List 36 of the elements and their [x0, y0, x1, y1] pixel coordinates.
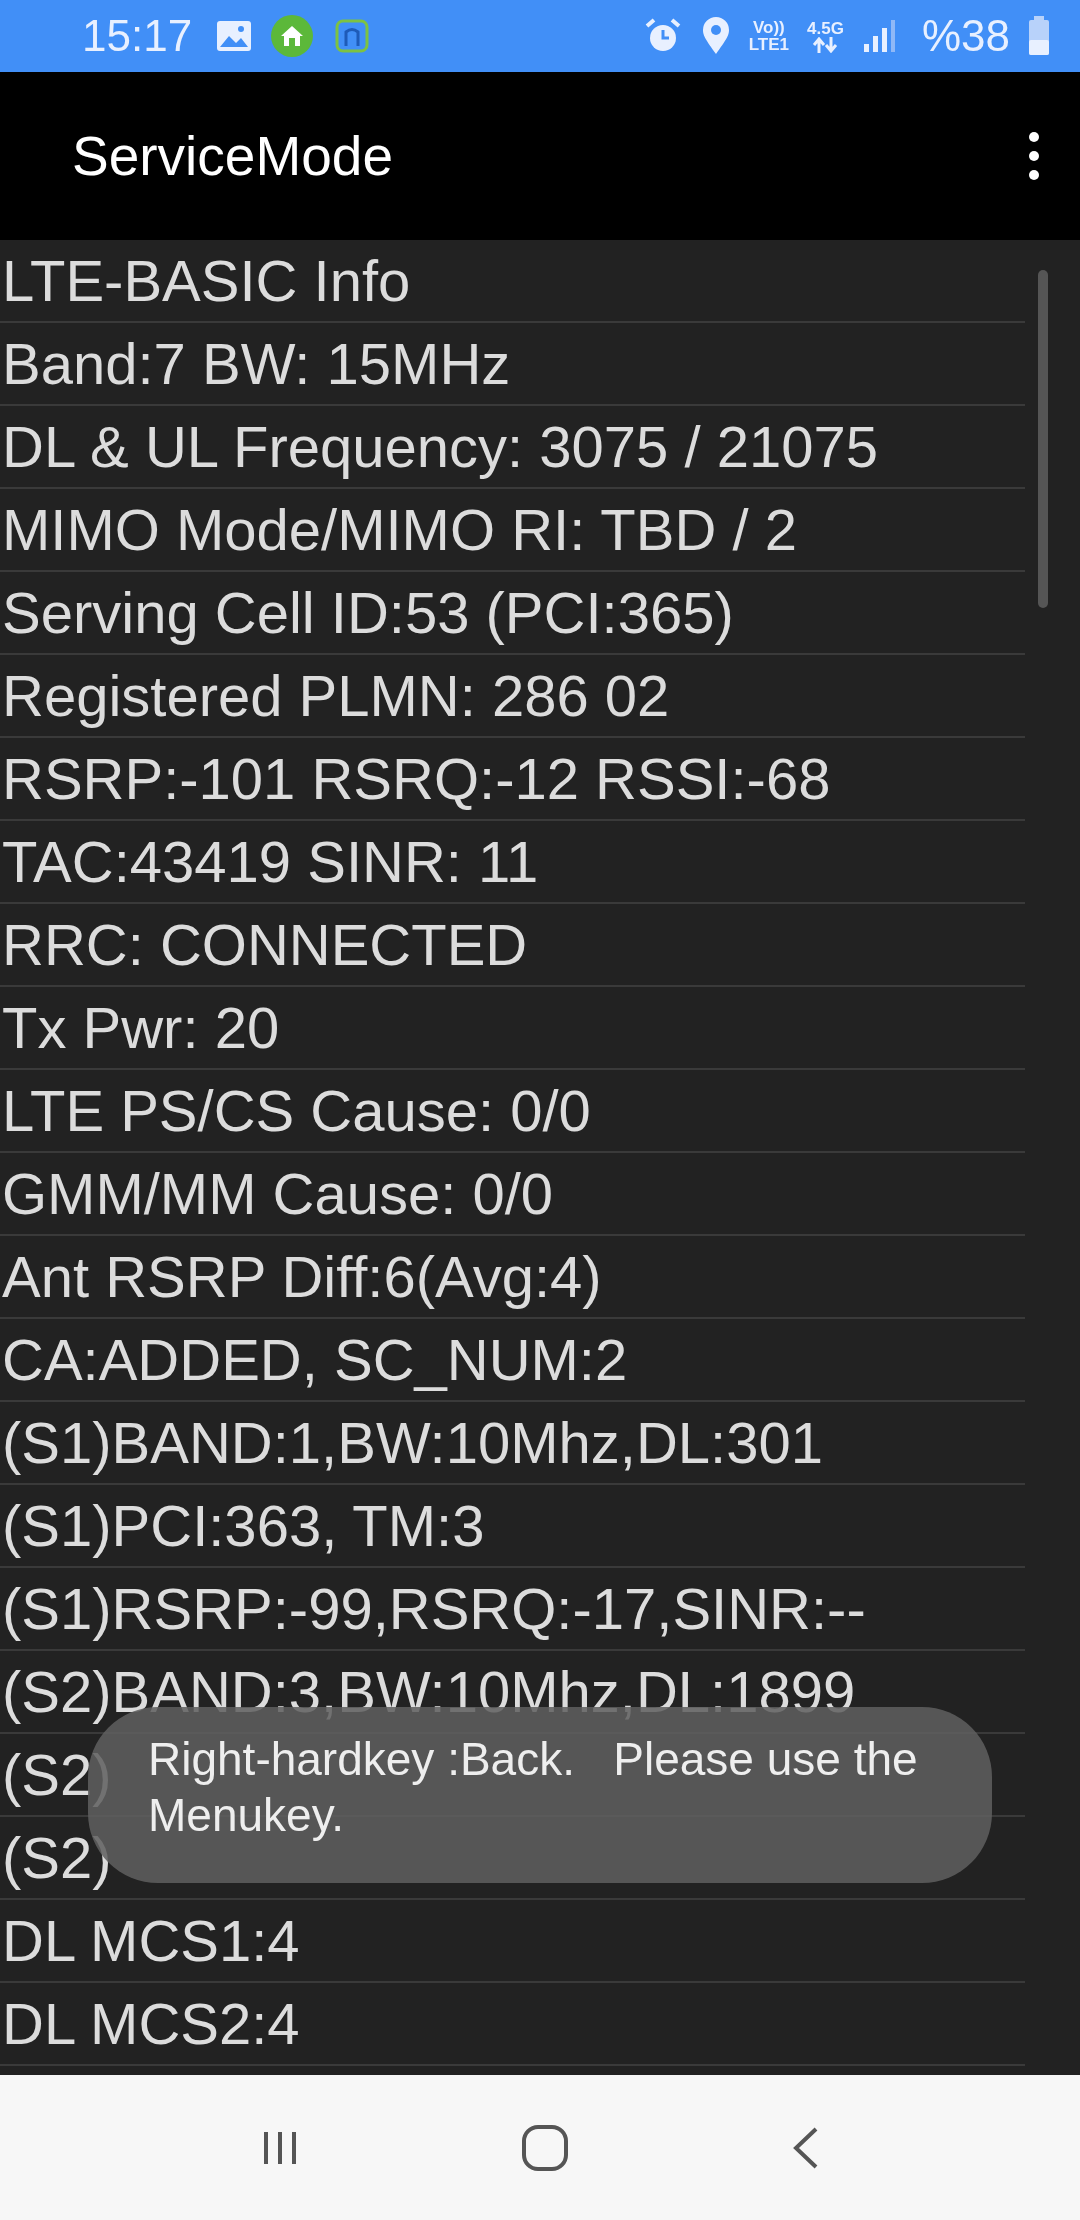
info-line: Band:7 BW: 15MHz — [2, 330, 511, 397]
volte-label: Vo)) — [753, 19, 785, 36]
app-title: ServiceMode — [72, 124, 394, 188]
info-line: RSRP:-101 RSRQ:-12 RSSI:-68 — [2, 745, 831, 812]
info-line: GMM/MM Cause: 0/0 — [2, 1160, 554, 1227]
home-app-icon — [270, 14, 315, 58]
info-line: DL MCS2:4 — [2, 1990, 300, 2057]
data-arrows-icon — [812, 36, 839, 53]
info-line: (S2) — [2, 1824, 112, 1891]
network-type-label: 4.5G — [807, 19, 844, 37]
info-line: LTE PS/CS Cause: 0/0 — [2, 1077, 591, 1144]
info-line: TAC:43419 SINR: 11 — [2, 828, 539, 895]
info-line: Tx Pwr: 20 — [2, 994, 280, 1061]
info-line: (S1)BAND:1,BW:10Mhz,DL:301 — [2, 1409, 823, 1476]
info-line: LTE-BASIC Info — [2, 247, 411, 314]
info-line: Serving Cell ID:53 (PCI:365) — [2, 579, 734, 646]
location-icon — [700, 16, 731, 56]
info-line: MIMO Mode/MIMO RI: TBD / 2 — [2, 496, 797, 563]
info-line: (S2) — [2, 1741, 112, 1808]
clock: 15:17 — [82, 11, 193, 61]
image-icon — [216, 20, 253, 52]
info-line: Registered PLMN: 286 02 — [2, 662, 670, 729]
info-line: Ant RSRP Diff:6(Avg:4) — [2, 1243, 602, 1310]
more-options-icon[interactable] — [1028, 131, 1040, 181]
info-line: (S1)RSRP:-99,RSRQ:-17,SINR:-- — [2, 1575, 866, 1642]
info-line: DL MCS1:4 — [2, 1907, 300, 1974]
home-icon[interactable] — [521, 2123, 569, 2172]
lte-label: LTE1 — [748, 36, 790, 53]
battery-percent: %38 — [921, 11, 1010, 61]
info-line: CA:ADDED, SC_NUM:2 — [2, 1326, 628, 1393]
signal-icon — [861, 18, 898, 54]
info-line: RRC: CONNECTED — [2, 911, 528, 978]
info-line: (S1)PCI:363, TM:3 — [2, 1492, 485, 1559]
battery-icon — [1028, 16, 1050, 56]
info-line: (S2)BAND:3,BW:10Mhz,DL:1899 — [2, 1658, 856, 1725]
info-line: DL & UL Frequency: 3075 / 21075 — [2, 413, 878, 480]
